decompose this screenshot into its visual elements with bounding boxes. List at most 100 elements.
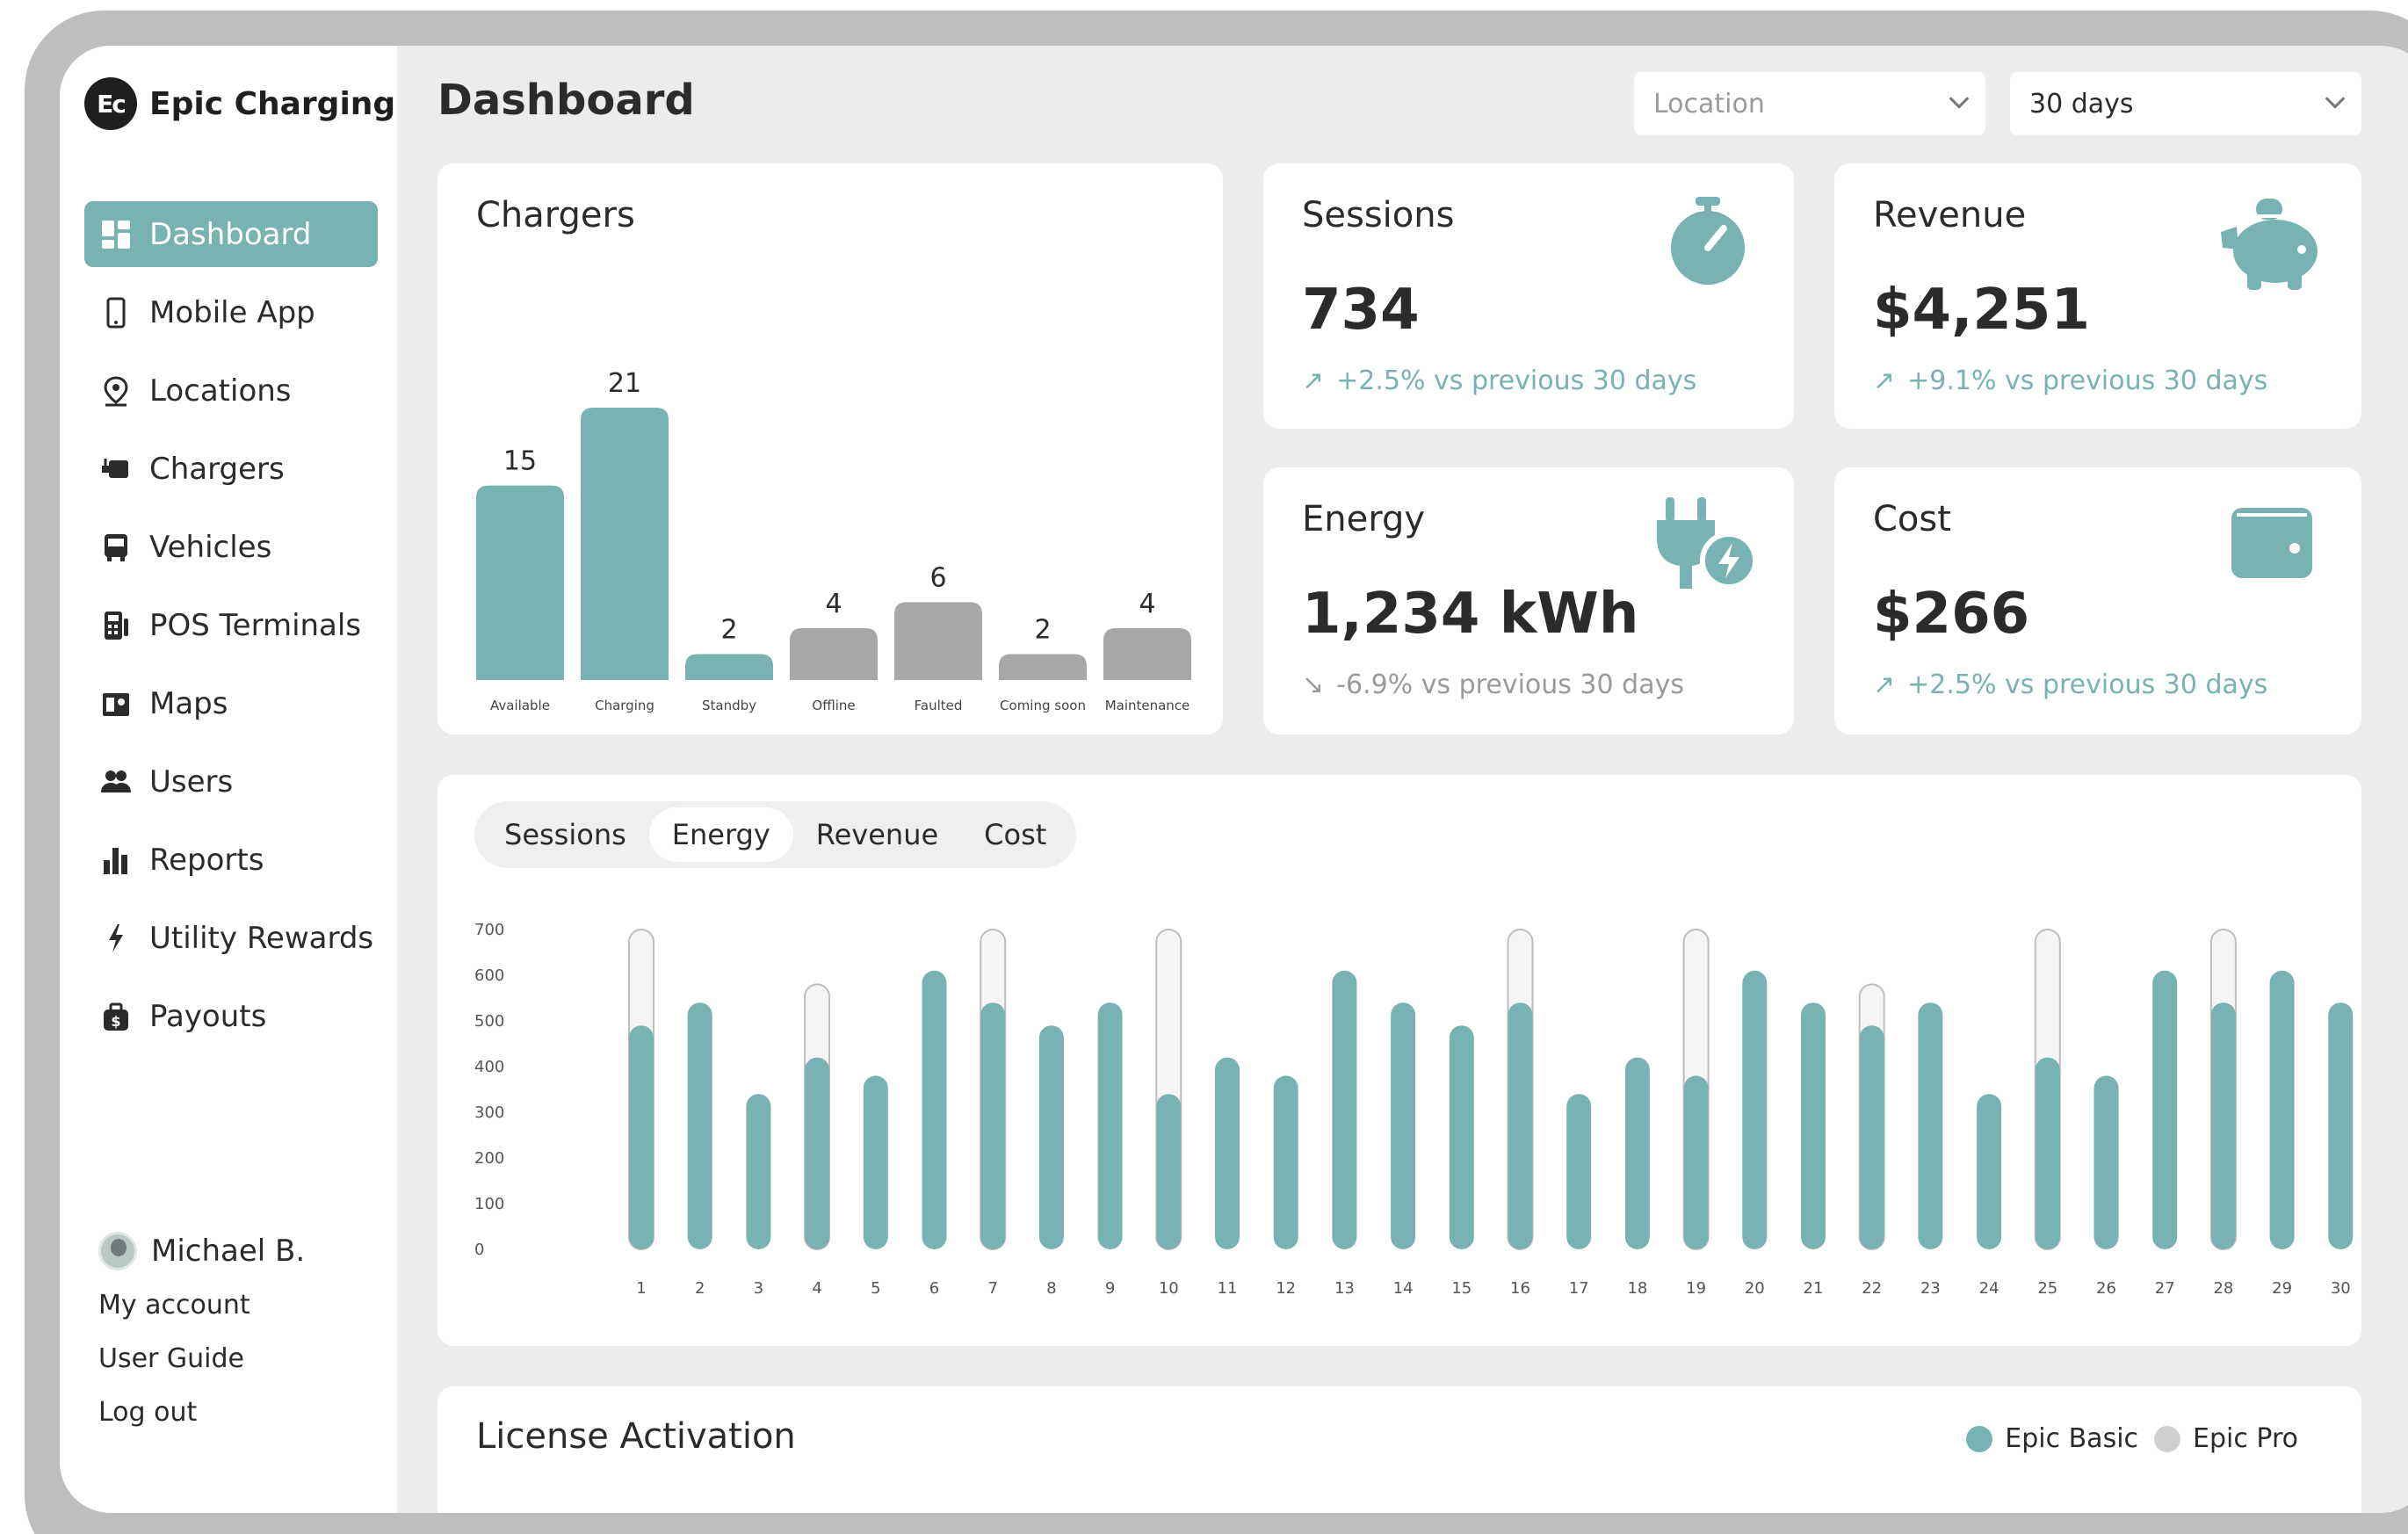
revenue-title: Revenue: [1873, 195, 2027, 235]
pos-terminal-icon: [100, 610, 132, 641]
energy-title: Energy: [1302, 499, 1426, 539]
dashboard-icon: [100, 219, 132, 250]
money-bag-icon: $: [100, 1001, 132, 1032]
plug-icon: [1657, 497, 1757, 590]
sessions-trend-text: +2.5% vs previous 30 days: [1336, 365, 1697, 396]
bar-day-19: [1683, 1075, 1709, 1249]
legend-item-epic-basic: Epic Basic: [1966, 1423, 2138, 1454]
legend-label-epic-basic: Epic Basic: [2005, 1423, 2139, 1454]
x-tick-label: 6: [929, 1279, 939, 1298]
piggy-bank-icon: [2221, 199, 2318, 290]
energy-card[interactable]: Energy 1,234 kWh ↘ -6.9% vs previous 30 …: [1263, 467, 1794, 734]
sidebar-item-label: Users: [149, 763, 234, 800]
bar-day-9: [1097, 1002, 1123, 1249]
sidebar-item-utility-rewards[interactable]: Utility Rewards: [84, 905, 378, 971]
sidebar-item-pos-terminals[interactable]: POS Terminals: [84, 592, 378, 658]
bar-day-15: [1449, 1025, 1474, 1249]
bar-day-18: [1624, 1057, 1650, 1249]
trend-down-icon: ↘: [1302, 669, 1325, 700]
y-tick-label: 300: [474, 1103, 504, 1122]
bar-category-label: Charging: [595, 698, 654, 713]
sidebar-item-vehicles[interactable]: Vehicles: [84, 514, 378, 580]
charger-icon: [100, 453, 132, 485]
sidebar-item-chargers[interactable]: Chargers: [84, 436, 378, 502]
x-tick-label: 29: [2272, 1279, 2292, 1298]
phone-icon: [100, 297, 132, 329]
legend-swatch-epic-basic: [1966, 1425, 1993, 1452]
sidebar-item-label: Chargers: [149, 451, 285, 487]
brand[interactable]: Ec Epic Charging: [84, 77, 395, 130]
period-select[interactable]: 30 days: [2010, 72, 2361, 135]
chargers-bar-chart: 15 Available 21 Charging 2 Standby 4 Offline 6 Fa…: [476, 368, 1191, 713]
x-tick-label: 8: [1046, 1279, 1056, 1298]
bar-day-26: [2093, 1075, 2119, 1249]
x-tick-label: 23: [1920, 1279, 1941, 1298]
bar-category-label: Maintenance: [1105, 698, 1190, 713]
chevron-down-icon: [1949, 89, 1970, 109]
energy-value: 1,234 kWh: [1302, 582, 1639, 647]
sessions-card[interactable]: Sessions 734 ↗ +2.5% vs previous 30 days: [1263, 163, 1794, 429]
user-guide-link[interactable]: User Guide: [98, 1343, 305, 1374]
avatar: [98, 1232, 137, 1270]
my-account-link[interactable]: My account: [98, 1290, 305, 1321]
location-select-placeholder: Location: [1653, 88, 1765, 119]
x-tick-label: 26: [2096, 1279, 2116, 1298]
bar-day-23: [1918, 1002, 1943, 1249]
period-select-value: 30 days: [2029, 88, 2134, 119]
bar-day-10: [1156, 1094, 1182, 1249]
x-tick-label: 17: [1569, 1279, 1589, 1298]
sidebar-item-reports[interactable]: Reports: [84, 827, 378, 893]
sidebar-item-dashboard[interactable]: Dashboard: [84, 201, 378, 267]
bar-value-label: 2: [1034, 614, 1051, 645]
bar-category-label: Standby: [702, 698, 756, 713]
brand-name: Epic Charging: [149, 85, 396, 122]
trend-up-icon: ↗: [1873, 669, 1896, 700]
cost-title: Cost: [1873, 499, 1951, 539]
bar-day-7: [980, 1002, 1006, 1249]
sidebar-nav: Dashboard Mobile App Locations Chargers Vehi…: [84, 201, 378, 1061]
stopwatch-icon: [1671, 197, 1745, 285]
sidebar-item-maps[interactable]: Maps: [84, 670, 378, 736]
location-select[interactable]: Location: [1634, 72, 1985, 135]
x-tick-label: 19: [1686, 1279, 1706, 1298]
bar-value-label: 4: [1139, 589, 1155, 619]
legend-item-epic-pro: Epic Pro: [2154, 1423, 2298, 1454]
x-tick-label: 18: [1627, 1279, 1647, 1298]
y-tick-label: 400: [474, 1058, 504, 1076]
x-tick-label: 22: [1862, 1279, 1882, 1298]
bar-day-29: [2269, 970, 2295, 1249]
cost-card[interactable]: Cost $266 ↗ +2.5% vs previous 30 days: [1834, 467, 2361, 734]
sidebar-item-mobile-app[interactable]: Mobile App: [84, 279, 378, 345]
cost-trend: ↗ +2.5% vs previous 30 days: [1873, 669, 2267, 700]
sidebar-item-payouts[interactable]: $ Payouts: [84, 983, 378, 1049]
legend-swatch-epic-pro: [2154, 1425, 2181, 1452]
x-tick-label: 11: [1218, 1279, 1238, 1298]
bar-offline: [790, 627, 878, 680]
bus-icon: [100, 532, 132, 563]
sidebar-item-locations[interactable]: Locations: [84, 358, 378, 423]
revenue-trend: ↗ +9.1% vs previous 30 days: [1873, 365, 2267, 396]
y-tick-label: 200: [474, 1149, 504, 1168]
bar-day-13: [1332, 970, 1357, 1249]
sidebar-item-label: Mobile App: [149, 294, 315, 330]
revenue-trend-text: +9.1% vs previous 30 days: [1907, 365, 2268, 396]
license-activation-card: License Activation Epic Basic Epic Pro: [437, 1386, 2361, 1513]
bar-day-21: [1801, 1002, 1826, 1249]
bar-value-label: 4: [825, 589, 842, 619]
lightning-icon: [100, 923, 132, 954]
bar-day-11: [1215, 1057, 1240, 1249]
x-tick-label: 2: [695, 1279, 705, 1298]
bar-day-28: [2210, 1002, 2236, 1249]
revenue-card[interactable]: Revenue $4,251 ↗ +9.1% vs previous 30 da…: [1834, 163, 2361, 429]
x-tick-label: 27: [2155, 1279, 2175, 1298]
y-tick-label: 100: [474, 1195, 504, 1213]
bar-day-16: [1508, 1002, 1533, 1249]
sidebar-item-users[interactable]: Users: [84, 749, 378, 814]
x-tick-label: 1: [636, 1279, 646, 1298]
cost-value: $266: [1873, 582, 2030, 647]
user-profile[interactable]: Michael B.: [98, 1232, 305, 1270]
x-tick-label: 4: [812, 1279, 821, 1298]
logout-link[interactable]: Log out: [98, 1397, 305, 1428]
energy-trend-text: -6.9% vs previous 30 days: [1336, 669, 1684, 700]
bar-day-5: [863, 1075, 888, 1249]
